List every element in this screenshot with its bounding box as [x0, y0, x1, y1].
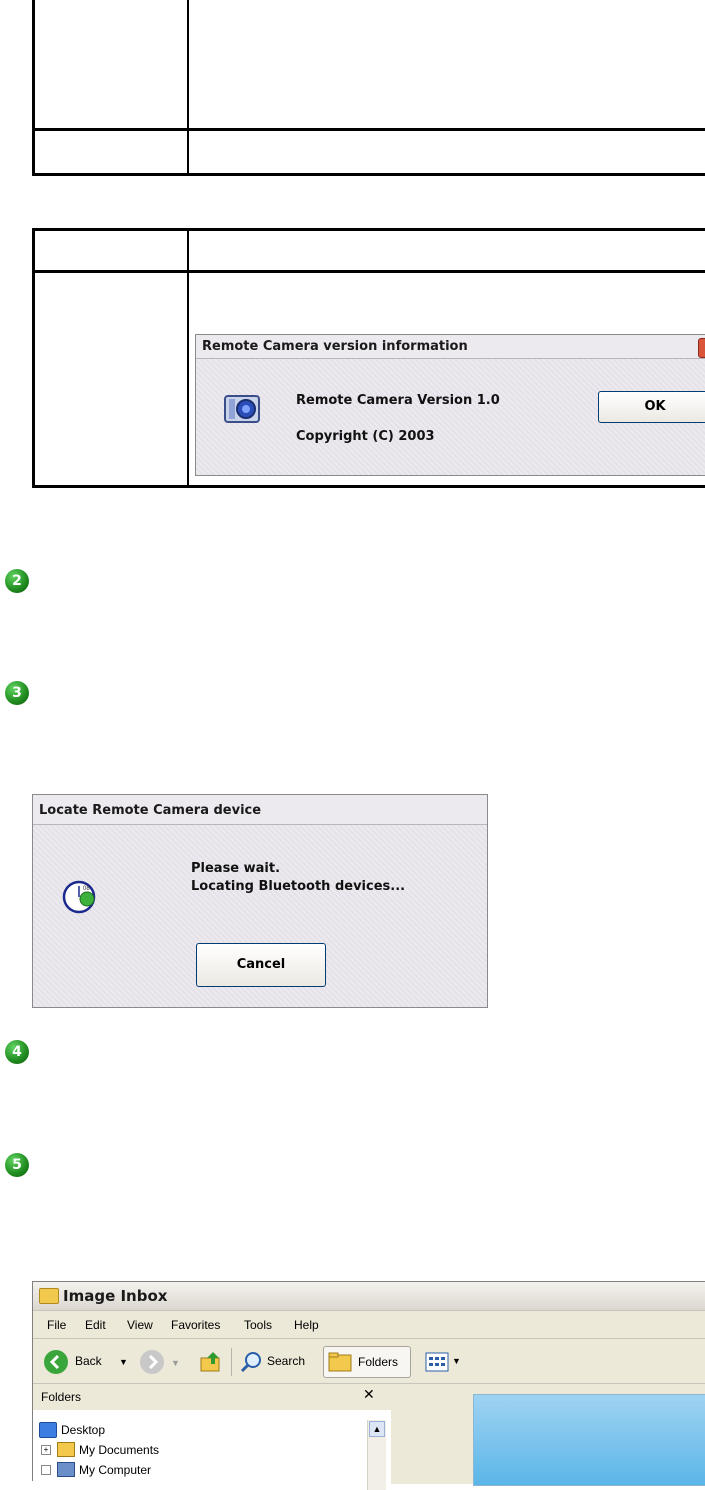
close-icon[interactable] — [698, 338, 705, 358]
dialog-title: Remote Camera version information — [196, 335, 705, 359]
row-divider — [35, 270, 705, 273]
dialog-title: Locate Remote Camera device — [33, 795, 487, 825]
desktop-icon — [39, 1422, 57, 1438]
expand-icon[interactable] — [41, 1465, 51, 1475]
window-title: Image Inbox — [63, 1287, 168, 1305]
tree-item-label: My Documents — [79, 1443, 160, 1457]
version-info-dialog: Remote Camera version information Remote… — [195, 334, 705, 476]
folders-label: Folders — [358, 1355, 399, 1369]
bluetooth-search-icon: 08 — [61, 877, 101, 922]
tree-item-label: Desktop — [61, 1423, 106, 1437]
chevron-down-icon[interactable]: ▼ — [171, 1358, 180, 1368]
folders-pane-header: Folders ✕ — [33, 1384, 391, 1410]
window-titlebar: Image Inbox — [33, 1282, 705, 1311]
chevron-down-icon[interactable]: ▼ — [119, 1357, 128, 1367]
scroll-up-button[interactable]: ▲ — [369, 1421, 385, 1437]
menu-favorites[interactable]: Favorites — [171, 1318, 220, 1332]
image-inbox-window: Image Inbox File Edit View Favorites Too… — [32, 1281, 705, 1490]
back-button[interactable]: Back ▼ — [43, 1348, 133, 1376]
search-icon — [240, 1352, 261, 1373]
views-icon — [425, 1352, 449, 1372]
cancel-button[interactable]: Cancel — [196, 943, 326, 987]
menu-divider — [33, 1338, 705, 1339]
menu-edit[interactable]: Edit — [85, 1318, 106, 1332]
locate-device-dialog: Locate Remote Camera device 08 Please wa… — [32, 794, 488, 1008]
back-arrow-icon — [44, 1350, 68, 1374]
step-4-icon: 4 — [5, 1040, 29, 1064]
info-table-1 — [32, 0, 705, 176]
search-button[interactable]: Search — [239, 1348, 315, 1376]
menu-tools[interactable]: Tools — [244, 1318, 272, 1332]
row-divider — [35, 128, 705, 131]
forward-arrow-icon[interactable] — [139, 1349, 165, 1375]
svg-text:08: 08 — [83, 886, 90, 892]
wait-message: Please wait. — [191, 861, 281, 876]
folders-icon — [328, 1352, 352, 1372]
scrollbar[interactable]: ▲ — [367, 1420, 386, 1490]
version-text: Remote Camera Version 1.0 — [296, 393, 500, 408]
folders-button[interactable]: Folders — [323, 1346, 411, 1378]
menu-view[interactable]: View — [127, 1318, 153, 1332]
folder-icon — [39, 1288, 59, 1304]
computer-icon — [57, 1462, 75, 1477]
step-2-icon: 2 — [5, 569, 29, 593]
back-label: Back — [75, 1354, 102, 1368]
step-5-icon: 5 — [5, 1153, 29, 1177]
toolbar-separator — [231, 1348, 232, 1376]
views-button[interactable]: ▼ — [425, 1350, 465, 1374]
search-label: Search — [267, 1354, 306, 1368]
tree-item-label: My Computer — [79, 1463, 152, 1477]
expand-icon[interactable]: + — [41, 1445, 51, 1455]
column-divider — [187, 0, 189, 173]
folders-pane-title: Folders — [41, 1390, 82, 1404]
copyright-text: Copyright (C) 2003 — [296, 429, 435, 444]
image-preview — [473, 1394, 705, 1486]
menu-file[interactable]: File — [47, 1318, 66, 1332]
folder-icon — [57, 1442, 75, 1457]
step-3-icon: 3 — [5, 681, 29, 705]
camera-icon — [224, 395, 260, 428]
ok-button[interactable]: OK — [598, 391, 705, 423]
folders-pane: Folders ✕ Desktop + My Documents My Comp… — [33, 1384, 391, 1490]
close-icon[interactable]: ✕ — [363, 1387, 375, 1403]
pane-splitter[interactable] — [391, 1384, 473, 1484]
locating-message: Locating Bluetooth devices... — [191, 879, 406, 894]
chevron-down-icon[interactable]: ▼ — [452, 1356, 461, 1366]
menu-help[interactable]: Help — [294, 1318, 319, 1332]
up-folder-icon[interactable] — [199, 1350, 223, 1374]
